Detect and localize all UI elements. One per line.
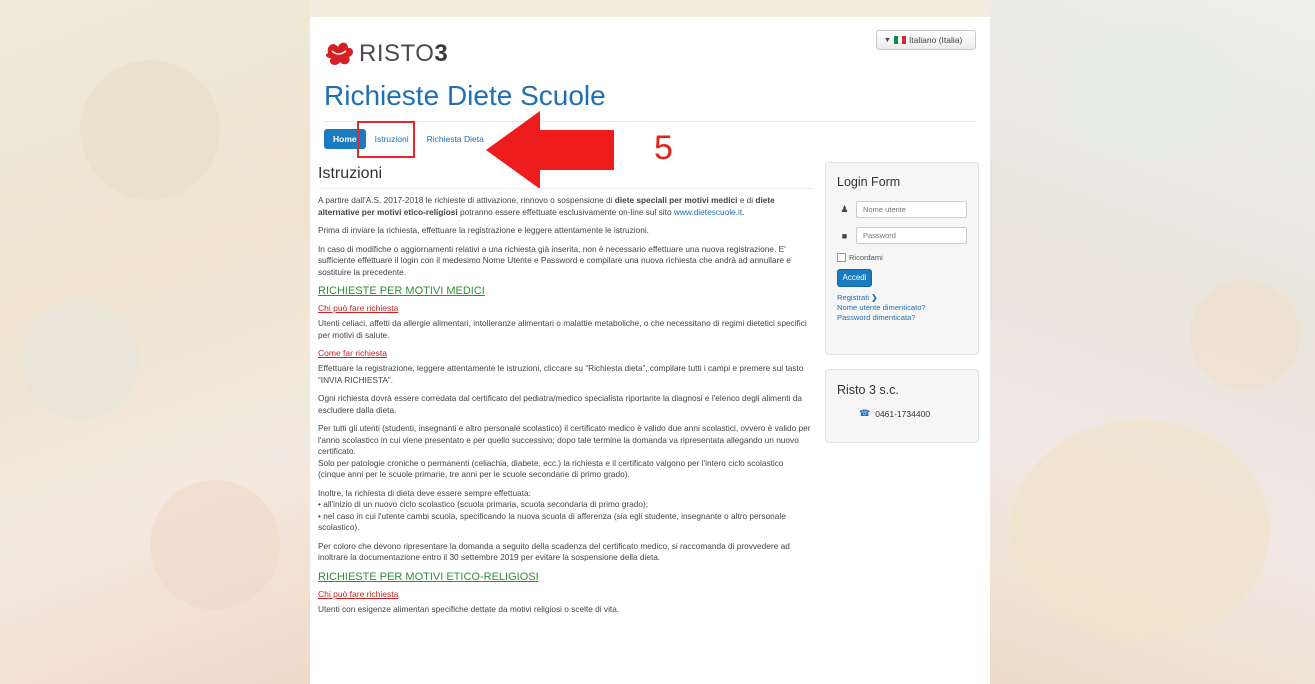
decorative-shape [1010, 420, 1270, 640]
paragraph: Utenti con esigenze alimentari specifich… [318, 603, 620, 614]
subheading: Chi può fare richiesta [318, 303, 399, 313]
intro-paragraph: A partire dall'A.S. 2017-2018 le richies… [318, 195, 775, 217]
paragraph: Utenti celiaci, affetti da allergie alim… [318, 318, 807, 340]
bullet-item: • all'inizio di un nuovo ciclo scolastic… [318, 499, 649, 509]
username-input[interactable] [856, 201, 967, 218]
login-button[interactable]: Accedi [837, 268, 872, 287]
logo[interactable]: RISTO3 [324, 39, 448, 69]
decorative-shape [150, 480, 280, 610]
content-area: Istruzioni A partire dall'A.S. 2017-2018… [318, 165, 812, 622]
paragraph: Per coloro che devono ripresentare la do… [318, 540, 790, 563]
language-label: Italiano (Italia) [908, 35, 963, 45]
decorative-shape [1190, 280, 1300, 390]
company-phone: ☎ 0461-1734400 [837, 408, 967, 419]
main-page: ▼ Italiano (Italia) RISTO3 Richieste Die… [310, 17, 990, 684]
decorative-shape [20, 300, 140, 420]
caret-down-icon: ▼ [884, 36, 891, 44]
register-link[interactable]: Registrati ❯ [837, 293, 967, 303]
paragraph: Effettuare la registrazione, leggere att… [318, 363, 804, 385]
paragraph: Per tutti gli utenti (studenti, insegnan… [318, 423, 811, 456]
company-title: Risto 3 s.c. [837, 383, 899, 397]
password-row: ■ [837, 227, 967, 244]
paragraph: Ogni richiesta dovrà essere corredata da… [318, 393, 802, 415]
header-divider [324, 121, 976, 122]
login-title: Login Form [837, 175, 901, 189]
paragraph: Solo per patologie croniche o permanenti… [318, 457, 784, 480]
login-form: Login Form ♟ ■ Ricordami Accedi Registra… [825, 162, 979, 355]
logo-text: RISTO3 [359, 40, 449, 67]
risto3-logo-icon [326, 42, 354, 65]
page-title: Istruzioni [318, 165, 812, 189]
nav-richiesta-dieta[interactable]: Richiesta Dieta [418, 129, 493, 149]
decorative-shape [1060, 20, 1240, 160]
paragraph: Inoltre, la richiesta di dieta deve esse… [318, 487, 786, 533]
section-heading-etico-religiosi: RICHIESTE PER MOTIVI ETICO-RELIGIOSI [318, 570, 539, 583]
background-illustration-left [0, 0, 310, 684]
phone-number: 0461-1734400 [875, 408, 931, 419]
subheading: Come far richiesta [318, 348, 387, 358]
dietescuole-link[interactable]: www.dietescuole.it [674, 207, 742, 217]
annotation-highlight-box [357, 121, 415, 158]
remember-label: Ricordami [849, 253, 883, 262]
lock-icon: ■ [841, 230, 848, 241]
remember-checkbox[interactable] [837, 253, 846, 262]
chevron-right-icon: ❯ [871, 292, 878, 302]
phone-icon: ☎ [859, 408, 871, 418]
background-illustration-right [990, 0, 1315, 684]
section-heading-medici: RICHIESTE PER MOTIVI MEDICI [318, 285, 485, 297]
company-box: Risto 3 s.c. ☎ 0461-1734400 [825, 369, 979, 443]
paragraph: Prima di inviare la richiesta, effettuar… [318, 225, 649, 235]
username-row: ♟ [837, 201, 967, 218]
annotation-step-number: 5 [654, 129, 673, 167]
remember-me[interactable]: Ricordami [837, 253, 967, 262]
user-icon: ♟ [840, 204, 849, 214]
paragraph: In caso di modifiche o aggiornamenti rel… [318, 243, 791, 277]
login-links: Registrati ❯ Nome utente dimenticato? Pa… [837, 293, 967, 323]
decorative-shape [80, 60, 220, 200]
forgot-password-link[interactable]: Password dimenticata? [837, 313, 967, 323]
site-title: Richieste Diete Scuole [324, 80, 606, 111]
subheading: Chi può fare richiesta [318, 588, 399, 599]
bullet-item: • nel caso in cui l'utente cambi scuola,… [318, 510, 786, 533]
forgot-username-link[interactable]: Nome utente dimenticato? [837, 303, 967, 313]
language-selector[interactable]: ▼ Italiano (Italia) [876, 30, 976, 50]
password-input[interactable] [856, 227, 967, 244]
italy-flag-icon [893, 36, 906, 44]
